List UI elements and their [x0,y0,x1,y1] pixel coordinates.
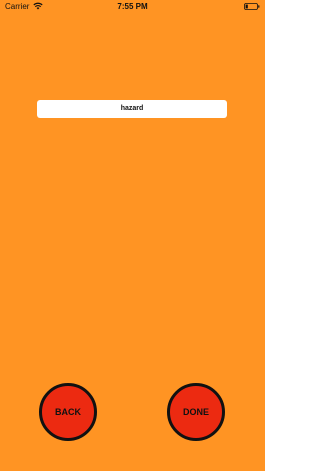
status-bar: Carrier 7:55 PM [0,0,265,14]
battery-icon [244,3,260,10]
word-field[interactable]: hazard [37,100,227,118]
status-time: 7:55 PM [117,2,148,11]
back-button[interactable]: BACK [39,383,97,441]
app-screen: Carrier 7:55 PM hazard BACK DONE [0,0,265,471]
done-button[interactable]: DONE [167,383,225,441]
